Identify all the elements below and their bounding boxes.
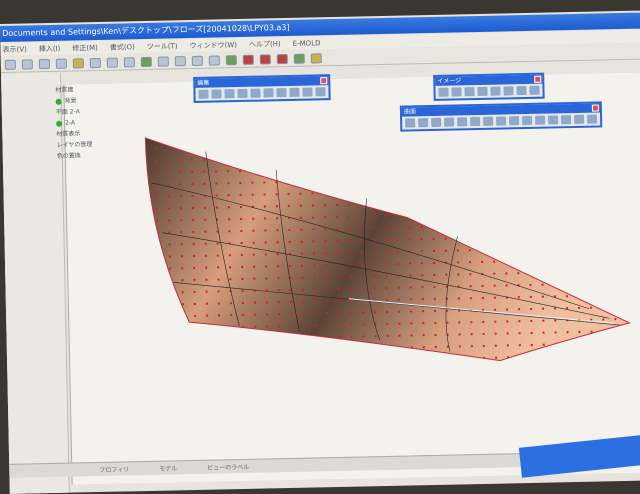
undo-icon[interactable]	[4, 59, 16, 70]
split-icon[interactable]	[211, 89, 222, 99]
surface-tool-icon[interactable]	[483, 116, 494, 126]
menu-help[interactable]: ヘルプ(H)	[249, 39, 281, 50]
menu-view[interactable]: 表示(V)	[2, 44, 26, 55]
close-icon[interactable]	[534, 75, 542, 83]
array-icon[interactable]	[302, 87, 313, 97]
mirror-icon[interactable]	[289, 87, 300, 97]
surface-tool-icon[interactable]	[496, 116, 507, 126]
palette-title: イメージ	[437, 77, 462, 85]
palette-title: 曲面	[403, 108, 417, 116]
copy-icon[interactable]	[237, 88, 248, 99]
tree-item[interactable]: 材質表示	[56, 128, 92, 140]
image-tool-icon[interactable]	[451, 87, 462, 97]
zoom-icon[interactable]	[89, 57, 101, 68]
menu-format[interactable]: 書式(O)	[110, 42, 135, 53]
surface-tool-icon[interactable]	[587, 114, 598, 124]
layout-tab[interactable]: フロフィリ	[99, 464, 129, 474]
surface-tool-icon[interactable]	[522, 115, 533, 126]
surface-tool-icon[interactable]	[431, 117, 442, 127]
surface-tool-icon[interactable]	[470, 116, 481, 127]
surface-model	[144, 137, 631, 362]
image-tool-icon[interactable]	[464, 87, 475, 97]
pointer-icon[interactable]	[191, 55, 203, 66]
viewport[interactable]	[63, 72, 640, 485]
edit-palette: 編集	[193, 74, 331, 103]
tree-item[interactable]: 平面 2-A	[56, 106, 92, 118]
image-tool-icon[interactable]	[490, 86, 501, 96]
join-icon[interactable]	[224, 89, 235, 99]
image-tool-icon[interactable]	[516, 85, 527, 96]
visible-icon	[55, 98, 62, 105]
pointer2-icon[interactable]	[208, 54, 220, 66]
render-icon[interactable]	[140, 56, 152, 67]
help-icon[interactable]	[157, 55, 169, 67]
rotate-icon[interactable]	[263, 88, 274, 98]
close-icon[interactable]	[320, 77, 328, 85]
material3-icon[interactable]	[293, 53, 305, 64]
surface-tool-icon[interactable]	[509, 116, 520, 126]
tool-icon[interactable]	[225, 54, 237, 65]
image-tool-icon[interactable]	[477, 86, 488, 97]
move-icon[interactable]	[250, 88, 261, 98]
pan-icon[interactable]	[106, 57, 118, 68]
visible-icon	[56, 120, 63, 127]
redo-icon[interactable]	[21, 58, 33, 70]
trim-icon[interactable]	[198, 89, 209, 99]
surface-palette: 曲面	[399, 101, 603, 132]
box-icon[interactable]	[72, 57, 84, 68]
model-tree: 材質建 背景 平面 2-A 2-A 材質表示 レイヤの管理 色の置換	[55, 84, 92, 162]
tree-item[interactable]: レイヤの管理	[56, 139, 92, 151]
menu-window[interactable]: ウィンドウ(W)	[189, 40, 237, 51]
close-icon[interactable]	[591, 104, 599, 112]
model-tab[interactable]: モデル	[159, 463, 177, 472]
tree-item[interactable]: 背景	[55, 95, 92, 107]
image-tool-icon[interactable]	[503, 86, 514, 96]
forward-icon[interactable]	[55, 58, 67, 69]
surface-tool-icon[interactable]	[457, 117, 468, 127]
layer-icon[interactable]	[310, 52, 322, 63]
surface-tool-icon[interactable]	[535, 115, 546, 125]
scale-icon[interactable]	[276, 88, 287, 98]
image-tool-icon[interactable]	[529, 85, 540, 95]
tree-item[interactable]: 色の置換	[57, 150, 93, 162]
surface-tool-icon[interactable]	[561, 115, 572, 125]
tree-root[interactable]: 材質建	[55, 84, 91, 96]
menu-modify[interactable]: 修正(M)	[72, 42, 98, 53]
select-icon[interactable]	[174, 55, 186, 66]
menu-insert[interactable]: 挿入(I)	[39, 43, 61, 53]
image-tool-icon[interactable]	[438, 87, 449, 97]
image-palette: イメージ	[433, 72, 545, 101]
menu-tools[interactable]: ツール(T)	[147, 41, 178, 52]
tree-item[interactable]: 2-A	[56, 117, 92, 129]
palette-title: 編集	[197, 79, 210, 87]
menu-emold[interactable]: E-MOLD	[293, 39, 321, 48]
surface-tool-icon[interactable]	[574, 114, 585, 124]
back-icon[interactable]	[38, 58, 50, 69]
surface-tool-icon[interactable]	[405, 118, 416, 128]
material-icon[interactable]	[259, 53, 271, 65]
material2-icon[interactable]	[276, 53, 288, 64]
surface-tool-icon[interactable]	[444, 117, 455, 127]
monitor-screen: Documents and Settings\Ken\デスクトップ\フローズ[2…	[0, 10, 640, 494]
surface-tool-icon[interactable]	[418, 118, 429, 128]
surface-tool-icon[interactable]	[548, 115, 559, 125]
offset-icon[interactable]	[315, 87, 326, 97]
view-label: ビューのラベル	[207, 463, 250, 472]
view-icon[interactable]	[123, 56, 135, 67]
delete-icon[interactable]	[242, 54, 254, 65]
